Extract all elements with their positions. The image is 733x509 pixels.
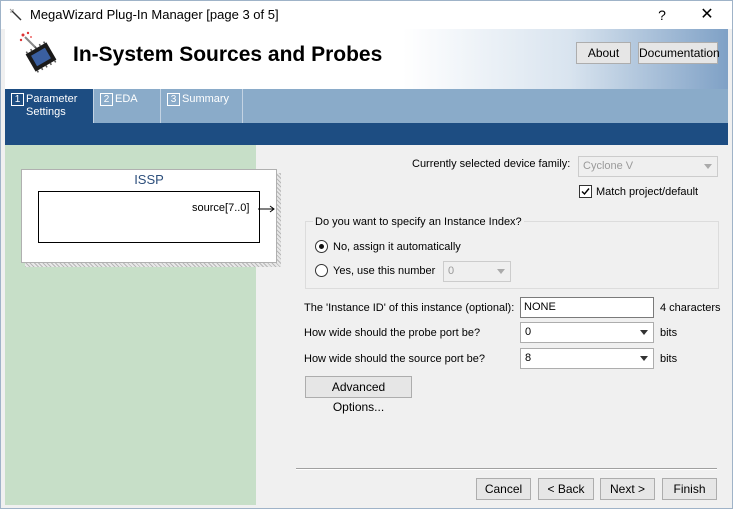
back-button[interactable]: < Back — [538, 478, 594, 500]
source-width-select[interactable]: 8 — [520, 348, 654, 369]
chevron-down-icon — [640, 356, 648, 361]
instance-index-question: Do you want to specify an Instance Index… — [313, 216, 524, 228]
chevron-down-icon — [497, 269, 505, 274]
device-family-label: Currently selected device family: — [412, 158, 571, 170]
output-arrow-icon — [258, 205, 275, 213]
tab-number: 3 — [167, 93, 180, 106]
chevron-down-icon — [640, 330, 648, 335]
source-width-unit: bits — [660, 353, 678, 365]
tab-number: 1 — [11, 93, 24, 106]
issp-symbol: ISSP source[7..0] — [21, 169, 277, 263]
instance-number-combo: 0 — [443, 261, 511, 282]
source-width-label: How wide should the source port be? — [304, 353, 485, 365]
instance-id-hint: 4 characters — [660, 302, 721, 314]
cancel-button[interactable]: Cancel — [476, 478, 531, 500]
symbol-title: ISSP — [134, 172, 164, 187]
footer-separator — [296, 468, 717, 470]
tab-label-line2: Settings — [26, 106, 66, 118]
tab-underline — [5, 123, 728, 145]
source-port-label: source[7..0] — [192, 202, 250, 214]
close-button[interactable]: ✕ — [689, 4, 725, 26]
probe-width-select[interactable]: 0 — [520, 322, 654, 343]
about-button[interactable]: About — [576, 42, 631, 64]
probe-width-label: How wide should the probe port be? — [304, 327, 481, 339]
radio-use-number[interactable] — [315, 264, 328, 277]
page-heading: In-System Sources and Probes — [73, 43, 383, 66]
check-icon — [581, 188, 590, 196]
chevron-down-icon — [704, 164, 712, 169]
window-title: MegaWizard Plug-In Manager [page 3 of 5] — [30, 7, 279, 22]
probe-width-value: 0 — [525, 326, 532, 338]
title-bar: MegaWizard Plug-In Manager [page 3 of 5]… — [1, 1, 732, 29]
instance-number-value: 0 — [448, 265, 455, 277]
tab-label: Summary — [182, 93, 230, 105]
match-default-checkbox[interactable] — [579, 185, 592, 198]
probe-width-unit: bits — [660, 327, 678, 339]
radio-use-number-label: Yes, use this number — [333, 265, 436, 277]
header-banner: In-System Sources and Probes About Docum… — [5, 29, 728, 89]
finish-button[interactable]: Finish — [662, 478, 717, 500]
help-button[interactable]: ? — [647, 4, 677, 26]
tab-eda[interactable]: 2 EDA — [94, 89, 161, 123]
symbol-body — [38, 191, 260, 243]
wand-icon — [9, 8, 22, 21]
instance-index-group — [305, 221, 719, 289]
tab-summary[interactable]: 3 Summary — [161, 89, 243, 123]
instance-id-label: The 'Instance ID' of this instance (opti… — [304, 302, 515, 314]
wizard-window: MegaWizard Plug-In Manager [page 3 of 5]… — [0, 0, 733, 509]
device-family-combo: Cyclone V — [578, 156, 718, 177]
radio-assign-automatically-label: No, assign it automatically — [333, 241, 461, 253]
tab-parameter-settings[interactable]: 1 Parameter Settings — [5, 89, 94, 123]
advanced-options-button[interactable]: Advanced Options... — [305, 376, 412, 414]
documentation-button[interactable]: Documentation — [638, 42, 720, 64]
tab-label: EDA — [115, 93, 138, 105]
source-width-value: 8 — [525, 352, 532, 364]
match-default-label: Match project/default — [596, 186, 699, 198]
tab-label: Parameter — [26, 93, 78, 105]
tab-strip: 1 Parameter Settings 2 EDA 3 Summary — [5, 89, 728, 123]
symbol-preview-panel: ISSP source[7..0] — [5, 145, 281, 505]
device-family-value: Cyclone V — [583, 160, 634, 172]
radio-assign-automatically[interactable] — [315, 240, 328, 253]
instance-id-input[interactable]: NONE — [520, 297, 654, 318]
chip-wand-logo-icon — [19, 31, 57, 73]
tab-number: 2 — [100, 93, 113, 106]
next-button[interactable]: Next > — [600, 478, 655, 500]
